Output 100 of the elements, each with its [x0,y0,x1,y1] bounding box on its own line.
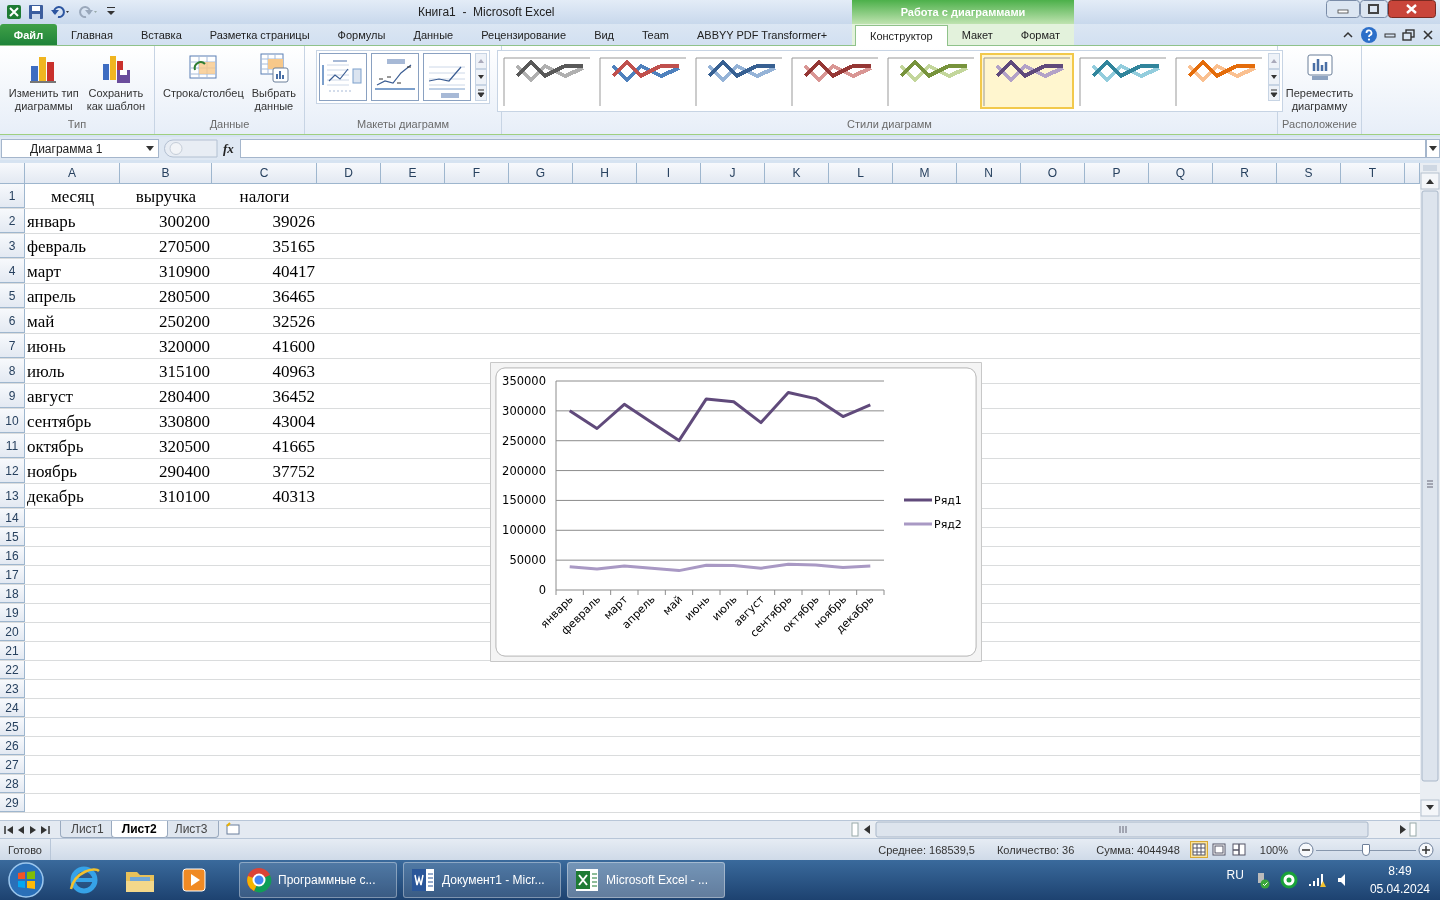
taskbar-button[interactable]: Microsoft Excel - ... [567,862,725,898]
zoom-in-icon[interactable] [1418,841,1434,858]
row-header[interactable]: 23 [0,680,25,698]
first-sheet-icon[interactable] [4,823,14,836]
ribbon-tab[interactable]: Макет [947,24,1007,45]
insert-function-button[interactable]: fx [223,140,234,157]
sheet-tab[interactable]: Лист2 [110,821,168,838]
clock-time[interactable]: 8:49 [1388,864,1412,878]
row-header[interactable]: 16 [0,547,25,565]
next-sheet-icon[interactable] [28,823,38,836]
column-header[interactable]: D [317,163,381,184]
ribbon-tab[interactable]: ABBYY PDF Transformer+ [682,24,842,45]
row-header[interactable]: 18 [0,585,25,603]
close-icon[interactable] [1388,0,1436,18]
ribbon-tab[interactable]: Разметка страницы [195,24,324,45]
column-header[interactable]: L [829,163,893,184]
column-header[interactable]: S [1277,163,1341,184]
row-header[interactable]: 8 [0,359,25,383]
ribbon-tab[interactable]: Рецензирование [467,24,581,45]
row-header[interactable]: 11 [0,434,25,458]
row-header[interactable]: 15 [0,528,25,546]
page-break-icon[interactable] [1229,841,1248,858]
ribbon-tab[interactable]: Данные [399,24,468,45]
row-header[interactable]: 13 [0,484,25,508]
row-header[interactable]: 22 [0,661,25,679]
chart-layout-thumbnail[interactable] [319,53,367,101]
close-workbook-icon[interactable] [1422,28,1434,41]
column-header[interactable]: Q [1149,163,1213,184]
column-header[interactable]: R [1213,163,1277,184]
row-header[interactable]: 7 [0,334,25,358]
row-header[interactable]: 14 [0,509,25,527]
row-header[interactable]: 2 [0,209,25,233]
zoom-slider-thumb[interactable] [1362,843,1370,856]
zoom-out-icon[interactable] [1298,841,1314,858]
media-player-icon[interactable] [179,865,209,895]
horizontal-scrollbar[interactable] [850,821,1420,838]
ribbon-button[interactable]: Переместить диаграмму [1283,50,1356,115]
ribbon-tab[interactable]: Главная [57,24,127,45]
row-header[interactable]: 5 [0,284,25,308]
restore-workbook-icon[interactable] [1402,28,1416,41]
column-header[interactable]: J [701,163,765,184]
row-header[interactable]: 10 [0,409,25,433]
name-box[interactable]: Диаграмма 1 [1,139,159,158]
column-header[interactable]: M [893,163,957,184]
start-button-icon[interactable] [7,861,45,899]
ribbon-tab[interactable]: Вставка [126,24,196,45]
row-header[interactable]: 29 [0,794,25,812]
ribbon-button[interactable]: Строка/столбец [160,50,246,102]
column-header[interactable]: T [1341,163,1405,184]
network-icon[interactable] [1307,872,1326,888]
ribbon-button[interactable]: Изменить тип диаграммы [6,50,81,115]
gallery-down-icon[interactable] [1267,69,1280,85]
column-header[interactable]: O [1021,163,1085,184]
column-header[interactable]: P [1085,163,1149,184]
gallery-more-icon[interactable] [475,85,487,101]
expand-formula-bar-icon[interactable] [1426,139,1440,158]
column-header[interactable]: C [212,163,317,184]
chart-layout-thumbnail[interactable] [371,53,419,101]
save-icon[interactable] [28,4,44,20]
gallery-down-icon[interactable] [475,69,487,85]
column-header[interactable]: E [381,163,445,184]
ribbon-button[interactable]: Сохранить как шаблон [84,50,148,115]
column-header[interactable]: A [25,163,120,184]
row-header[interactable]: 12 [0,459,25,483]
gallery-more-icon[interactable] [1267,85,1280,101]
ribbon-tab[interactable]: Конструктор [855,25,948,46]
row-header[interactable]: 1 [0,184,25,208]
clock-date[interactable]: 05.04.2024 [1369,882,1430,896]
dropdown-caret-icon[interactable] [146,145,154,152]
ribbon-tab[interactable]: Вид [580,24,629,45]
page-layout-icon[interactable] [1209,841,1228,858]
row-header[interactable]: 17 [0,566,25,584]
row-header[interactable]: 6 [0,309,25,333]
column-header[interactable]: F [445,163,509,184]
row-header[interactable]: 28 [0,775,25,793]
help-icon[interactable] [1360,25,1378,44]
ribbon-tab[interactable]: Формат [1006,24,1074,45]
status-ring-icon[interactable] [1279,871,1298,889]
row-header[interactable]: 27 [0,756,25,774]
ribbon-button[interactable]: Выбрать данные [249,50,299,115]
ribbon-tab[interactable]: Формулы [323,24,400,45]
ribbon-tab[interactable]: Team [628,24,683,45]
row-header[interactable]: 9 [0,384,25,408]
language-indicator[interactable]: RU [1226,868,1244,882]
row-header[interactable]: 20 [0,623,25,641]
row-header[interactable]: 25 [0,718,25,736]
last-sheet-icon[interactable] [40,823,50,836]
row-header[interactable]: 24 [0,699,25,717]
column-header[interactable]: G [509,163,573,184]
column-header[interactable]: K [765,163,829,184]
row-header[interactable]: 26 [0,737,25,755]
column-header[interactable]: N [957,163,1021,184]
row-header[interactable]: 4 [0,259,25,283]
column-header[interactable]: B [120,163,212,184]
normal-view-icon[interactable] [1189,841,1208,858]
row-header[interactable]: 21 [0,642,25,660]
column-header[interactable]: I [637,163,701,184]
taskbar-button[interactable]: Документ1 - Micr... [403,862,561,898]
vertical-scrollbar[interactable] [1420,163,1440,820]
zoom-level[interactable]: 100% [1259,843,1288,856]
